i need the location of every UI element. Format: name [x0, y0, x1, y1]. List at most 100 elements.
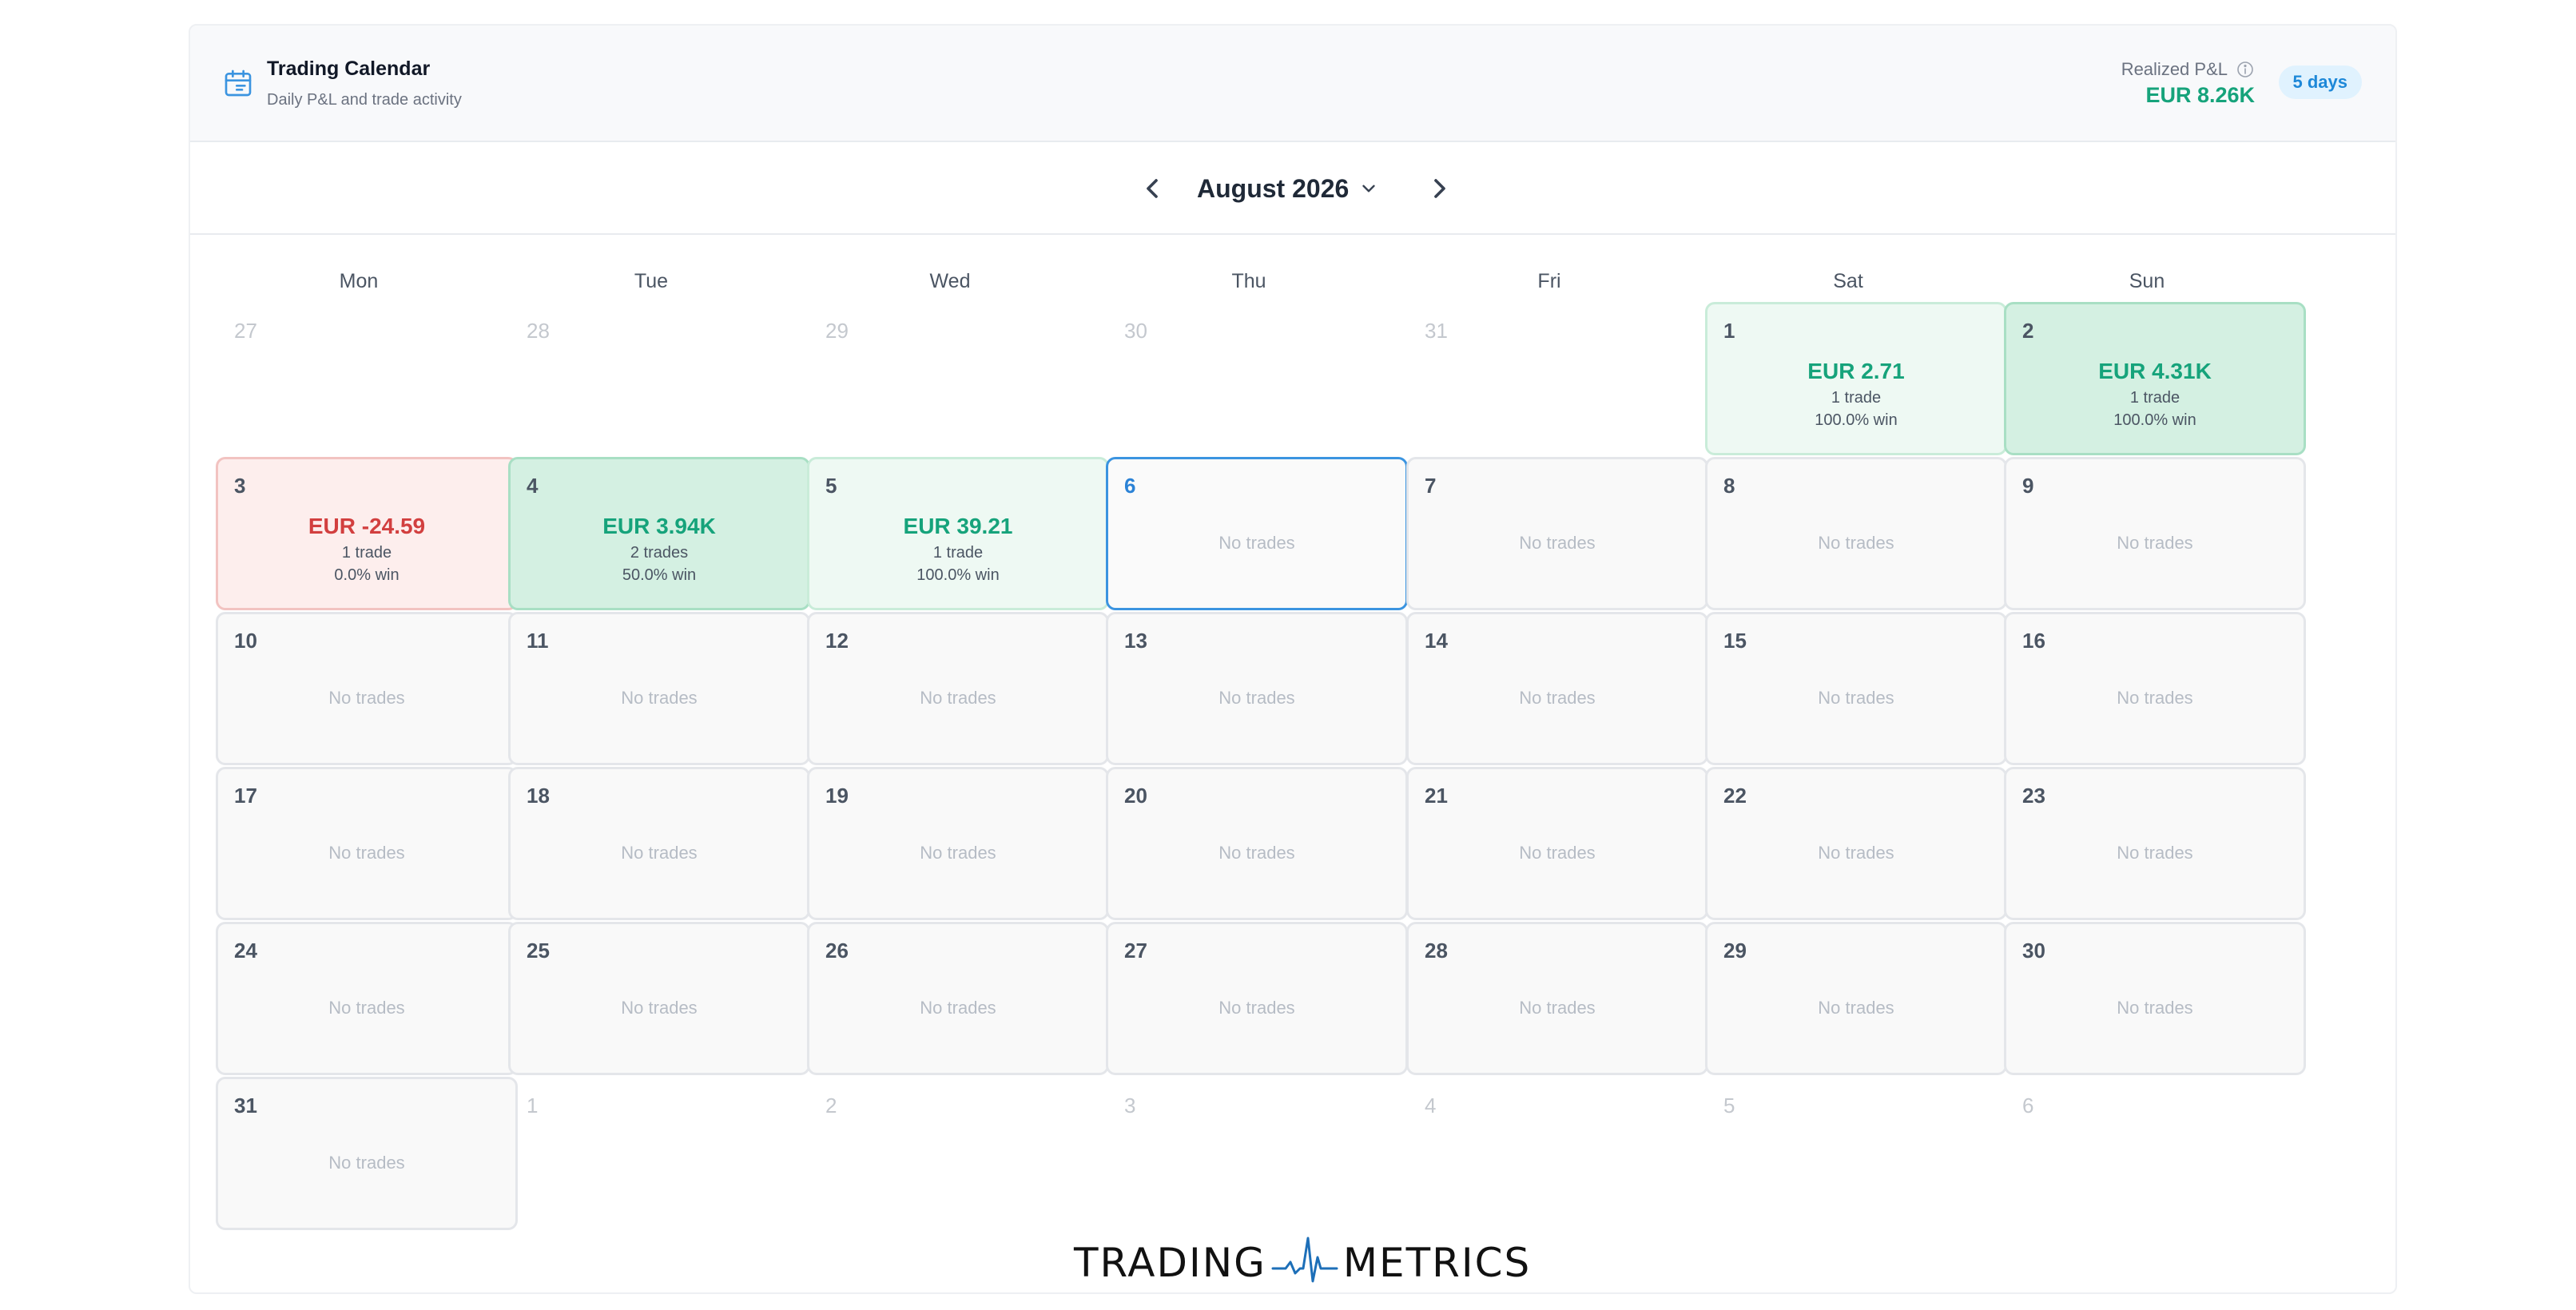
day-cell[interactable]: 16 No trades: [2004, 612, 2306, 765]
realized-pnl-value: EUR 8.26K: [2145, 83, 2255, 107]
day-trade-count: 1 trade: [341, 544, 392, 562]
day-cell[interactable]: 14 No trades: [1406, 612, 1708, 765]
day-number: 6: [1124, 474, 1136, 498]
day-cell[interactable]: 29 No trades: [1705, 922, 2007, 1075]
day-cell[interactable]: 8 No trades: [1705, 457, 2007, 610]
day-win-rate: 100.0% win: [1815, 411, 1898, 429]
outside-month-day-cell: 5: [1705, 1077, 2007, 1230]
day-number: 2: [825, 1094, 837, 1117]
outside-month-day-cell: 28: [508, 302, 810, 455]
day-cell[interactable]: 20 No trades: [1106, 767, 1408, 920]
pulse-logo-icon: [1271, 1237, 1338, 1283]
day-number: 22: [1723, 784, 1747, 808]
info-icon[interactable]: [2236, 60, 2255, 79]
day-cell[interactable]: 1 EUR 2.71 1 trade 100.0% win: [1705, 302, 2007, 455]
day-number: 18: [527, 784, 550, 808]
day-cell[interactable]: 21 No trades: [1406, 767, 1708, 920]
day-cell[interactable]: 23 No trades: [2004, 767, 2306, 920]
day-cell[interactable]: 27 No trades: [1106, 922, 1408, 1075]
outside-month-day-cell: 4: [1406, 1077, 1708, 1230]
day-cell[interactable]: 31 No trades: [216, 1077, 518, 1230]
day-cell[interactable]: 18 No trades: [508, 767, 810, 920]
brand-text-right: METRICS: [1342, 1240, 1532, 1286]
no-trades-label: No trades: [1818, 533, 1894, 553]
day-number: 7: [1425, 474, 1437, 498]
day-number: 4: [527, 474, 539, 498]
month-navigation: August 2026: [190, 142, 2395, 235]
chevron-right-icon[interactable]: [1424, 173, 1456, 204]
page-title: Trading Calendar: [267, 58, 431, 80]
day-number: 5: [1723, 1094, 1735, 1117]
day-number: 23: [2022, 784, 2045, 808]
day-cell[interactable]: 9 No trades: [2004, 457, 2306, 610]
no-trades-label: No trades: [1519, 843, 1596, 863]
day-cell[interactable]: 25 No trades: [508, 922, 810, 1075]
day-cell[interactable]: 11 No trades: [508, 612, 810, 765]
day-cell[interactable]: 28 No trades: [1406, 922, 1708, 1075]
no-trades-label: No trades: [1218, 533, 1295, 553]
no-trades-label: No trades: [2117, 688, 2193, 708]
no-trades-label: No trades: [920, 843, 996, 863]
day-number: 1: [527, 1094, 539, 1117]
day-cell[interactable]: 17 No trades: [216, 767, 518, 920]
no-trades-label: No trades: [1519, 998, 1596, 1018]
day-number: 27: [234, 319, 257, 343]
day-cell[interactable]: 19 No trades: [807, 767, 1109, 920]
day-number: 16: [2022, 629, 2045, 653]
outside-month-day-cell: 31: [1406, 302, 1708, 455]
month-selector[interactable]: August 2026: [1197, 171, 1379, 206]
day-number: 3: [234, 474, 246, 498]
day-number: 19: [825, 784, 849, 808]
day-cell[interactable]: 3 EUR -24.59 1 trade 0.0% win: [216, 457, 518, 610]
weekday-sat: Sat: [1833, 270, 1863, 292]
day-cell[interactable]: 13 No trades: [1106, 612, 1408, 765]
day-cell[interactable]: 6 No trades: [1106, 457, 1408, 610]
no-trades-label: No trades: [328, 688, 405, 708]
month-label: August 2026: [1197, 173, 1350, 203]
day-cell[interactable]: 30 No trades: [2004, 922, 2306, 1075]
no-trades-label: No trades: [621, 843, 698, 863]
weekday-sun: Sun: [2129, 270, 2165, 292]
day-cell[interactable]: 10 No trades: [216, 612, 518, 765]
day-pnl: EUR 39.21: [903, 514, 1013, 538]
day-cell[interactable]: 24 No trades: [216, 922, 518, 1075]
day-trade-count: 1 trade: [932, 544, 984, 562]
day-number: 9: [2022, 474, 2034, 498]
day-cell[interactable]: 7 No trades: [1406, 457, 1708, 610]
day-cell[interactable]: 5 EUR 39.21 1 trade 100.0% win: [807, 457, 1109, 610]
day-number: 30: [2022, 939, 2045, 963]
day-number: 21: [1425, 784, 1448, 808]
day-number: 13: [1124, 629, 1147, 653]
day-cell[interactable]: 26 No trades: [807, 922, 1109, 1075]
day-number: 25: [527, 939, 550, 963]
no-trades-label: No trades: [1519, 688, 1596, 708]
day-number: 28: [527, 319, 550, 343]
day-number: 27: [1124, 939, 1147, 963]
day-cell[interactable]: 12 No trades: [807, 612, 1109, 765]
day-number: 4: [1425, 1094, 1437, 1117]
no-trades-label: No trades: [2117, 843, 2193, 863]
chevron-left-icon[interactable]: [1136, 173, 1168, 204]
no-trades-label: No trades: [2117, 998, 2193, 1018]
day-win-rate: 100.0% win: [916, 566, 1000, 584]
day-number: 12: [825, 629, 849, 653]
chevron-down-icon: [1362, 185, 1375, 193]
day-win-rate: 50.0% win: [622, 566, 697, 584]
no-trades-label: No trades: [1218, 843, 1295, 863]
day-number: 8: [1723, 474, 1735, 498]
no-trades-label: No trades: [1818, 998, 1894, 1018]
day-cell[interactable]: 4 EUR 3.94K 2 trades 50.0% win: [508, 457, 810, 610]
day-number: 2: [2022, 319, 2034, 343]
no-trades-label: No trades: [920, 688, 996, 708]
day-win-rate: 100.0% win: [2113, 411, 2196, 429]
day-cell[interactable]: 15 No trades: [1705, 612, 2007, 765]
outside-month-day-cell: 6: [2004, 1077, 2306, 1230]
day-cell[interactable]: 2 EUR 4.31K 1 trade 100.0% win: [2004, 302, 2306, 455]
no-trades-label: No trades: [1218, 998, 1295, 1018]
day-number: 5: [825, 474, 837, 498]
day-number: 14: [1425, 629, 1448, 653]
day-pnl: EUR 4.31K: [2098, 359, 2212, 383]
day-number: 10: [234, 629, 257, 653]
day-cell[interactable]: 22 No trades: [1705, 767, 2007, 920]
no-trades-label: No trades: [621, 998, 698, 1018]
